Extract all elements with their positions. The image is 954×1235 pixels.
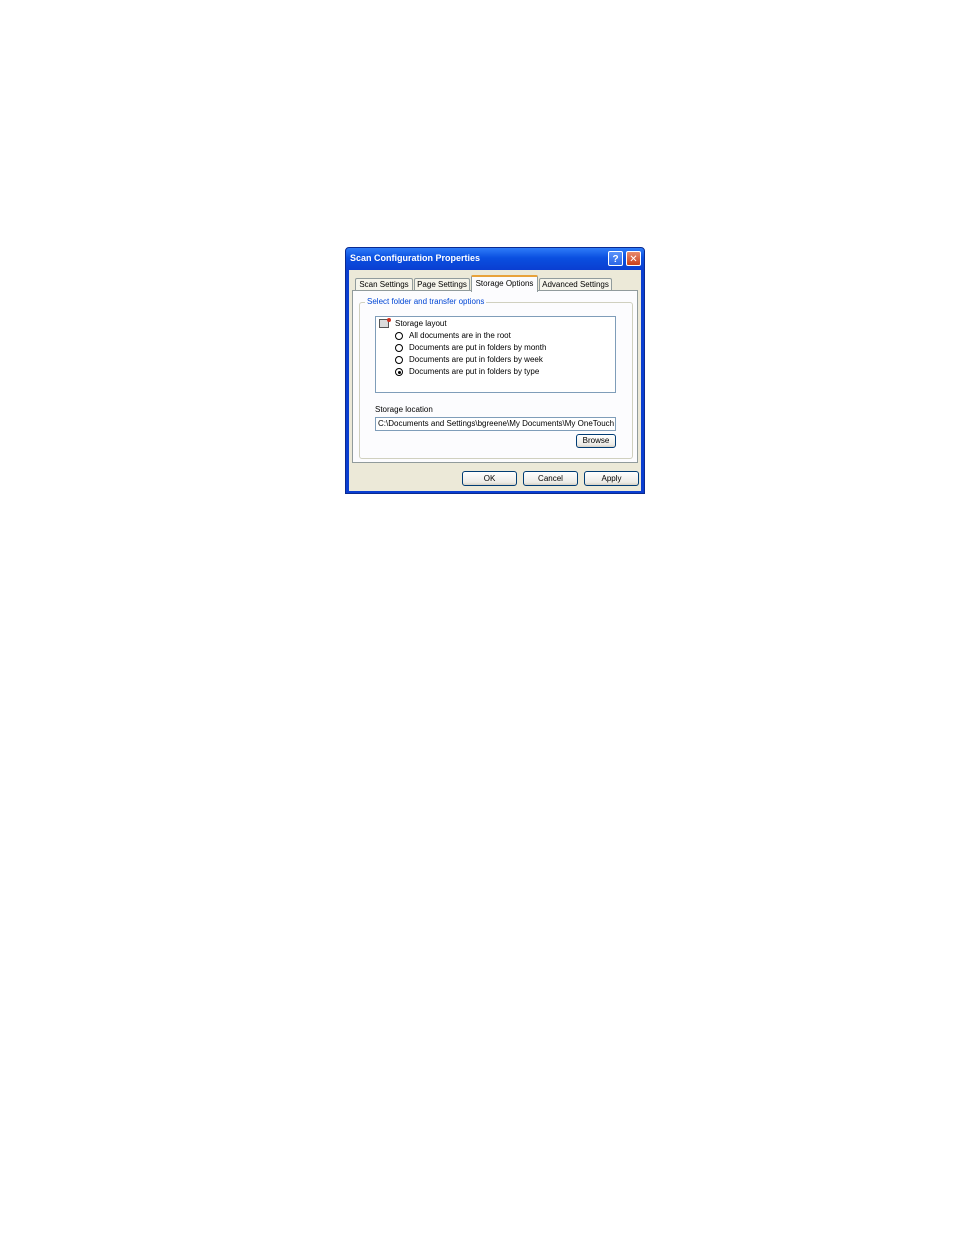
browse-button[interactable]: Browse [576,434,616,448]
help-button[interactable]: ? [608,251,623,266]
radio-label: Documents are put in folders by type [409,367,540,376]
folder-layout-icon [379,318,391,328]
tab-storage-options[interactable]: Storage Options [471,275,538,292]
radio-button[interactable] [395,332,403,340]
radio-button-selected[interactable] [395,368,403,376]
radio-button[interactable] [395,356,403,364]
storage-location-field[interactable]: C:\Documents and Settings\bgreene\My Doc… [375,417,616,431]
radio-button[interactable] [395,344,403,352]
close-button[interactable]: ✕ [626,251,641,266]
storage-location-label: Storage location [375,405,433,414]
storage-layout-list: Storage layout All documents are in the … [375,316,616,393]
radio-label: Documents are put in folders by week [409,355,543,364]
window-title: Scan Configuration Properties [350,253,481,263]
group-label: Select folder and transfer options [365,297,487,306]
title-bar[interactable]: Scan Configuration Properties ? ✕ [346,248,644,270]
radio-label: All documents are in the root [409,331,511,340]
scan-configuration-dialog: Scan Configuration Properties ? ✕ Scan S… [345,247,645,494]
cancel-button[interactable]: Cancel [523,471,578,486]
storage-options-panel: Select folder and transfer options Stora… [352,290,638,463]
radio-label: Documents are put in folders by month [409,343,547,352]
apply-button[interactable]: Apply [584,471,639,486]
storage-layout-label: Storage layout [395,319,447,328]
dialog-client-area: Scan Settings Page Settings Storage Opti… [349,270,641,491]
ok-button[interactable]: OK [462,471,517,486]
